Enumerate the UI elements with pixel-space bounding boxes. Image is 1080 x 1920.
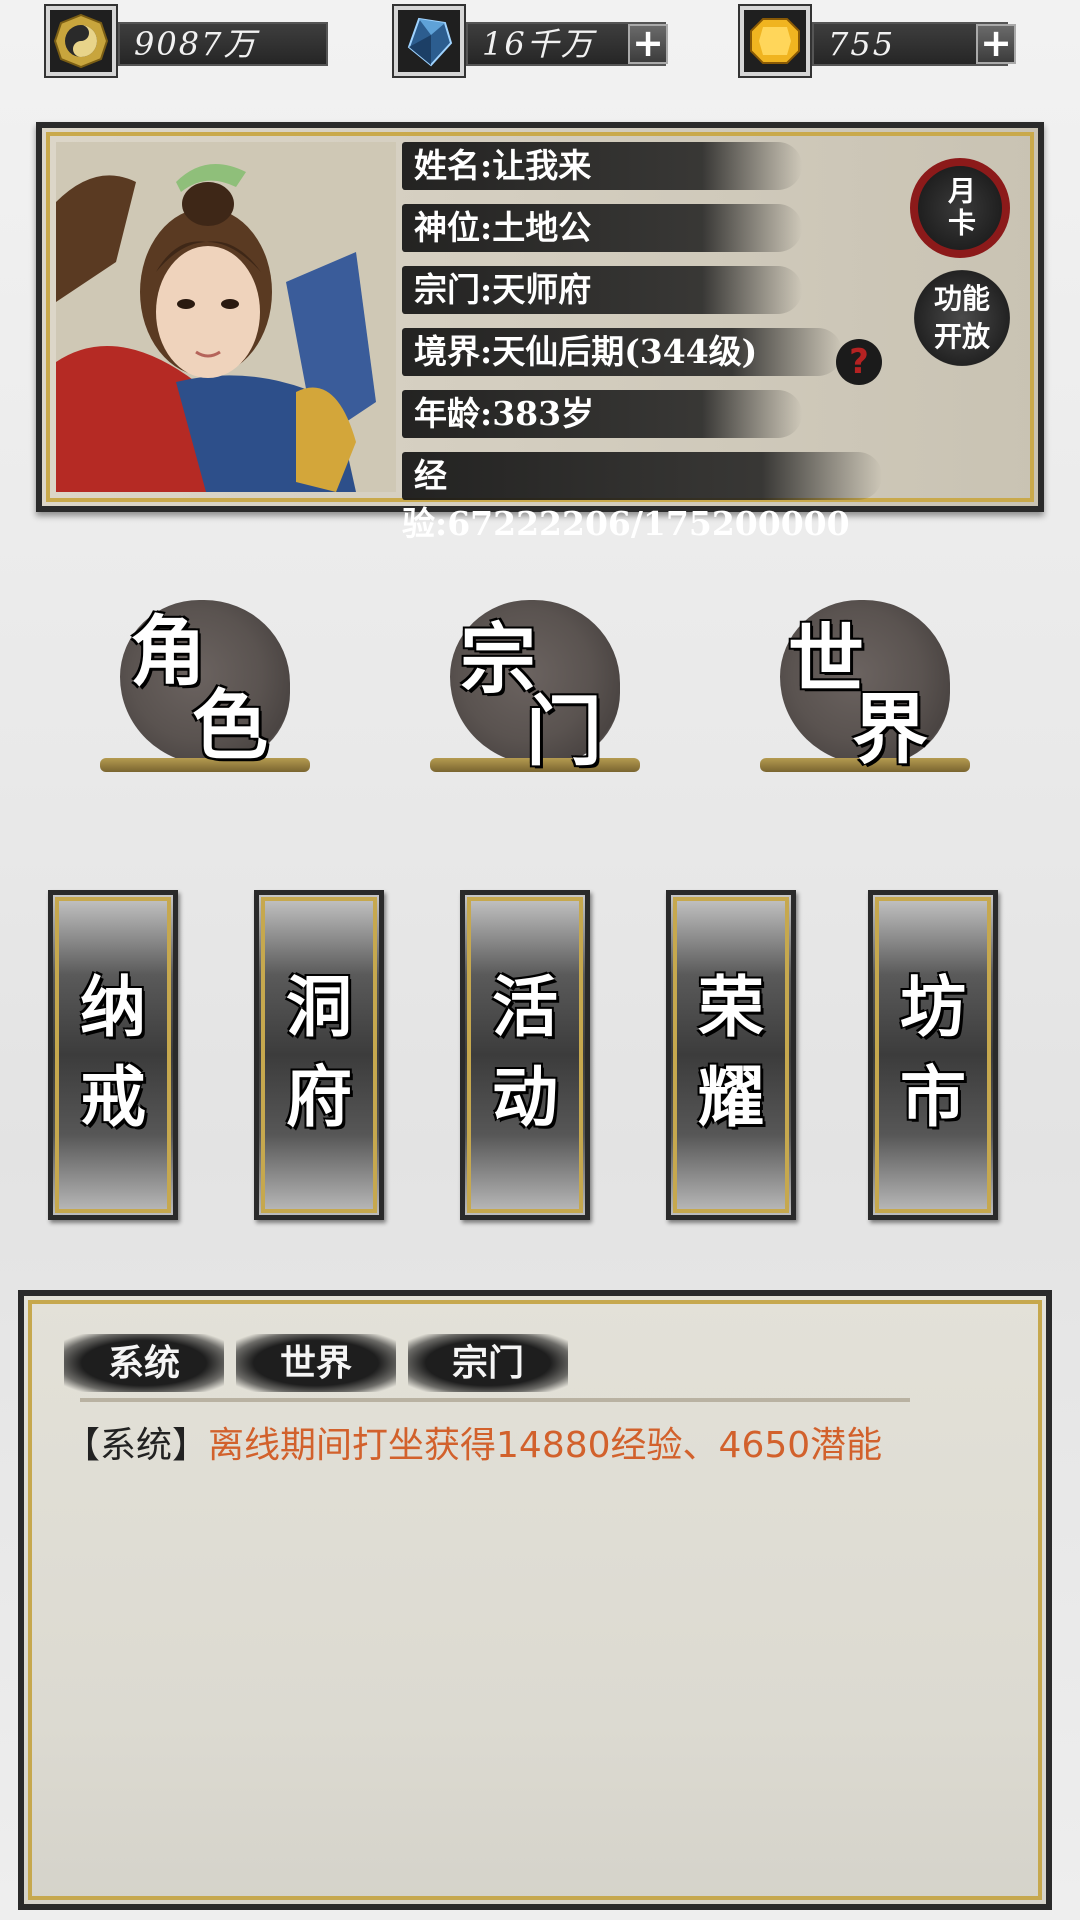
info-exp: 经验:67222206/175200000 [402, 452, 882, 543]
ring-storage-char2: 戒 [80, 1058, 146, 1136]
function-open-line1: 功能 [933, 282, 990, 315]
sect-button[interactable]: 宗 门 [430, 590, 640, 790]
glory-char2: 耀 [698, 1058, 764, 1136]
character-button-char2: 色 [192, 681, 268, 770]
name-label: 姓名: [414, 146, 493, 185]
realm-help-button[interactable]: ? [836, 339, 882, 385]
age-label: 年龄: [414, 394, 493, 433]
cave-dwelling-char2: 府 [286, 1058, 352, 1136]
tab-divider [80, 1398, 910, 1402]
exp-label: 经验: [402, 456, 448, 543]
market-char1: 坊 [900, 968, 966, 1046]
world-button-char2: 界 [852, 685, 928, 774]
character-portrait[interactable] [56, 142, 396, 492]
info-name: 姓名:让我来 [402, 142, 802, 190]
yin-yang-coin-icon [44, 4, 118, 78]
sect-value: 天师府 [492, 270, 592, 309]
message-channel-tag: 【系统】 [64, 1425, 209, 1466]
character-button[interactable]: 角 色 [100, 590, 310, 790]
ring-storage-char1: 纳 [80, 968, 146, 1046]
sect-button-char1: 宗 [460, 615, 536, 704]
copper-amount: 9087万 [118, 22, 328, 66]
world-button[interactable]: 世 界 [760, 590, 970, 790]
glory-button[interactable]: 荣 耀 [666, 890, 796, 1220]
market-char2: 市 [900, 1058, 966, 1136]
month-card-button[interactable]: 月卡 [910, 158, 1010, 258]
events-char1: 活 [492, 968, 558, 1046]
glory-char1: 荣 [698, 968, 764, 1046]
chat-panel: 系统 世界 宗门 【系统】离线期间打坐获得14880经验、4650潜能 [18, 1290, 1052, 1910]
info-rank: 神位:土地公 [402, 204, 802, 252]
character-panel: 姓名:让我来 神位:土地公 宗门:天师府 境界:天仙后期(344级) ? 年龄:… [36, 122, 1044, 543]
tab-sect[interactable]: 宗门 [408, 1334, 568, 1392]
realm-value: 天仙后期(344级) [492, 332, 758, 371]
chat-message: 【系统】离线期间打坐获得14880经验、4650潜能 [64, 1416, 882, 1468]
exp-value: 67222206/175200000 [447, 504, 850, 543]
add-crystal-button[interactable]: + [628, 24, 668, 64]
sect-button-char2: 门 [526, 687, 602, 776]
rank-value: 土地公 [492, 208, 592, 247]
info-sect: 宗门:天师府 [402, 266, 802, 314]
rank-label: 神位: [414, 208, 493, 247]
info-age: 年龄:383岁 [402, 390, 802, 438]
gold-gem-icon [738, 4, 812, 78]
name-value: 让我来 [492, 146, 592, 185]
market-button[interactable]: 坊 市 [868, 890, 998, 1220]
message-text: 离线期间打坐获得14880经验、4650潜能 [208, 1425, 883, 1466]
tab-world[interactable]: 世界 [236, 1334, 396, 1392]
events-char2: 动 [492, 1058, 558, 1136]
tab-system[interactable]: 系统 [64, 1334, 224, 1392]
sect-label: 宗门: [414, 270, 493, 309]
info-realm: 境界:天仙后期(344级) [402, 328, 842, 376]
function-open-button[interactable]: 功能 开放 [914, 270, 1010, 366]
blue-crystal-icon [392, 4, 466, 78]
add-gold-button[interactable]: + [976, 24, 1016, 64]
events-button[interactable]: 活 动 [460, 890, 590, 1220]
cave-dwelling-char1: 洞 [286, 968, 352, 1046]
age-value: 383岁 [492, 394, 595, 433]
function-open-line2: 开放 [933, 320, 990, 353]
ring-storage-button[interactable]: 纳 戒 [48, 890, 178, 1220]
cave-dwelling-button[interactable]: 洞 府 [254, 890, 384, 1220]
realm-label: 境界: [414, 332, 493, 371]
